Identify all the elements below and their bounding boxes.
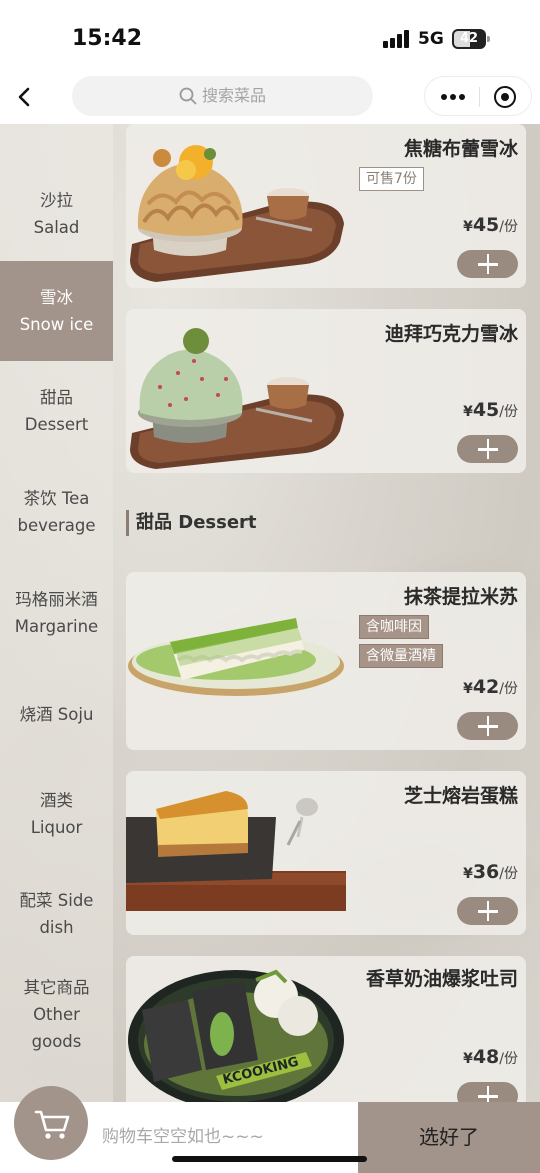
sidebar-item-dessert[interactable]: 甜品 Dessert bbox=[0, 371, 113, 451]
price-unit: /份 bbox=[499, 1051, 518, 1067]
capsule-divider bbox=[479, 87, 480, 107]
battery-icon: 42 bbox=[452, 29, 490, 49]
network-type: 5G bbox=[418, 29, 444, 49]
sidebar-item-label: 烧酒 Soju bbox=[19, 704, 94, 724]
section-title: 甜品 Dessert bbox=[136, 512, 257, 533]
confirm-button[interactable]: 选好了 bbox=[358, 1102, 540, 1173]
stock-badge: 可售7份 bbox=[359, 167, 424, 191]
price-unit: /份 bbox=[499, 681, 518, 697]
caramel-snow-ice-image bbox=[130, 145, 344, 282]
sidebar-item-label-en: Salad bbox=[33, 218, 80, 237]
section-marker bbox=[126, 510, 129, 536]
shopping-cart-icon bbox=[34, 1110, 70, 1139]
sidebar-item-label: 其它商品 bbox=[23, 977, 90, 997]
product-card[interactable]: KCOOKING 香草奶油爆浆吐司 ¥48/份 bbox=[126, 956, 526, 1102]
mini-program-capsule bbox=[424, 76, 532, 116]
add-to-cart-button[interactable] bbox=[457, 250, 518, 278]
sidebar-item-tea-beverage[interactable]: 茶饮 Tea beverage bbox=[0, 472, 113, 552]
currency-symbol: ¥ bbox=[463, 1051, 473, 1067]
add-to-cart-button[interactable] bbox=[457, 897, 518, 925]
home-indicator bbox=[172, 1156, 367, 1162]
price-unit: /份 bbox=[499, 866, 518, 882]
price-value: 45 bbox=[472, 214, 500, 236]
matcha-tiramisu-image bbox=[128, 618, 344, 696]
product-name: 抹茶提拉米苏 bbox=[403, 586, 518, 608]
signal-icon bbox=[383, 30, 411, 48]
currency-symbol: ¥ bbox=[463, 866, 473, 882]
content-area[interactable]: 沙拉 Salad 雪冰 Snow ice 甜品 Dessert 茶饮 Tea b… bbox=[0, 124, 540, 1102]
sidebar-item-label: 茶饮 Tea bbox=[23, 489, 90, 508]
product-price: ¥48/份 bbox=[463, 1046, 518, 1068]
add-to-cart-button[interactable] bbox=[457, 435, 518, 463]
sidebar-item-label-en: dish bbox=[39, 918, 74, 937]
sidebar-item-liquor[interactable]: 酒类 Liquor bbox=[0, 774, 113, 854]
close-button[interactable] bbox=[489, 81, 521, 113]
product-card[interactable]: 芝士熔岩蛋糕 ¥36/份 bbox=[126, 771, 526, 935]
sidebar-item-snow-ice[interactable]: 雪冰 Snow ice bbox=[0, 261, 113, 361]
sidebar-item-label-en: Liquor bbox=[30, 818, 83, 837]
sidebar-item-label: 玛格丽米酒 bbox=[15, 590, 98, 609]
sidebar-item-label: 配菜 Side bbox=[19, 891, 94, 910]
battery-level: 42 bbox=[459, 31, 479, 46]
product-name: 芝士熔岩蛋糕 bbox=[403, 785, 518, 807]
sidebar-item-side-dish[interactable]: 配菜 Side dish bbox=[0, 874, 113, 954]
price-value: 36 bbox=[472, 861, 500, 883]
caffeine-badge: 含咖啡因 bbox=[359, 615, 429, 639]
price-unit: /份 bbox=[499, 404, 518, 420]
status-time: 15:42 bbox=[72, 26, 143, 51]
sidebar-item-label-en: Snow ice bbox=[19, 315, 94, 334]
sidebar-item-other-goods[interactable]: 其它商品 Other goods bbox=[0, 972, 113, 1056]
product-card[interactable]: 焦糖布蕾雪冰 可售7份 ¥45/份 bbox=[126, 124, 526, 288]
sidebar-item-label-en: beverage bbox=[17, 516, 96, 535]
back-button[interactable] bbox=[12, 84, 38, 110]
currency-symbol: ¥ bbox=[463, 219, 473, 235]
product-card[interactable]: 抹茶提拉米苏 含咖啡因 含微量酒精 ¥42/份 bbox=[126, 572, 526, 750]
cart-empty-text: 购物车空空如也~~~ bbox=[102, 1127, 264, 1147]
cart-bar: 购物车空空如也~~~ 选好了 bbox=[0, 1086, 540, 1173]
price-unit: /份 bbox=[499, 219, 518, 235]
search-placeholder: 搜索菜品 bbox=[202, 86, 267, 105]
sidebar-item-label-en: Other goods bbox=[31, 1004, 82, 1051]
sidebar-item-margarine[interactable]: 玛格丽米酒 Margarine bbox=[0, 571, 113, 655]
price-value: 42 bbox=[472, 676, 500, 698]
search-bar[interactable]: 搜索菜品 bbox=[72, 76, 373, 116]
product-price: ¥36/份 bbox=[463, 861, 518, 883]
sidebar-item-soju[interactable]: 烧酒 Soju bbox=[0, 686, 113, 742]
currency-symbol: ¥ bbox=[463, 404, 473, 420]
product-price: ¥45/份 bbox=[463, 214, 518, 236]
sidebar-item-salad[interactable]: 沙拉 Salad bbox=[0, 172, 113, 256]
cart-button[interactable] bbox=[14, 1086, 88, 1160]
product-price: ¥42/份 bbox=[463, 676, 518, 698]
alcohol-badge: 含微量酒精 bbox=[359, 644, 443, 668]
product-card[interactable]: 迪拜巧克力雪冰 ¥45/份 bbox=[126, 309, 526, 473]
status-bar: 15:42 5G 42 bbox=[0, 0, 540, 70]
more-button[interactable] bbox=[433, 81, 473, 113]
currency-symbol: ¥ bbox=[463, 681, 473, 697]
search-icon bbox=[179, 87, 197, 105]
dubai-chocolate-snow-ice-image bbox=[130, 328, 344, 469]
product-name: 迪拜巧克力雪冰 bbox=[384, 323, 518, 345]
price-value: 45 bbox=[472, 399, 500, 421]
product-name: 焦糖布蕾雪冰 bbox=[403, 138, 518, 160]
vanilla-cream-toast-image: KCOOKING bbox=[128, 969, 344, 1102]
price-value: 48 bbox=[472, 1046, 500, 1068]
cheese-lava-cake-image bbox=[126, 791, 346, 911]
category-sidebar: 沙拉 Salad 雪冰 Snow ice 甜品 Dessert 茶饮 Tea b… bbox=[0, 124, 113, 1102]
sidebar-item-label: 甜品 bbox=[40, 388, 73, 407]
chevron-left-icon bbox=[18, 87, 30, 107]
product-price: ¥45/份 bbox=[463, 399, 518, 421]
sidebar-item-label: 雪冰 bbox=[40, 288, 73, 307]
add-to-cart-button[interactable] bbox=[457, 712, 518, 740]
sidebar-item-label: 沙拉 bbox=[40, 191, 73, 210]
sidebar-item-label: 酒类 bbox=[40, 791, 73, 810]
product-name: 香草奶油爆浆吐司 bbox=[365, 968, 518, 990]
sidebar-item-label-en: Margarine bbox=[14, 617, 99, 636]
add-to-cart-button[interactable] bbox=[457, 1082, 518, 1102]
navbar: 搜索菜品 bbox=[0, 70, 540, 124]
sidebar-item-label-en: Dessert bbox=[24, 415, 89, 434]
